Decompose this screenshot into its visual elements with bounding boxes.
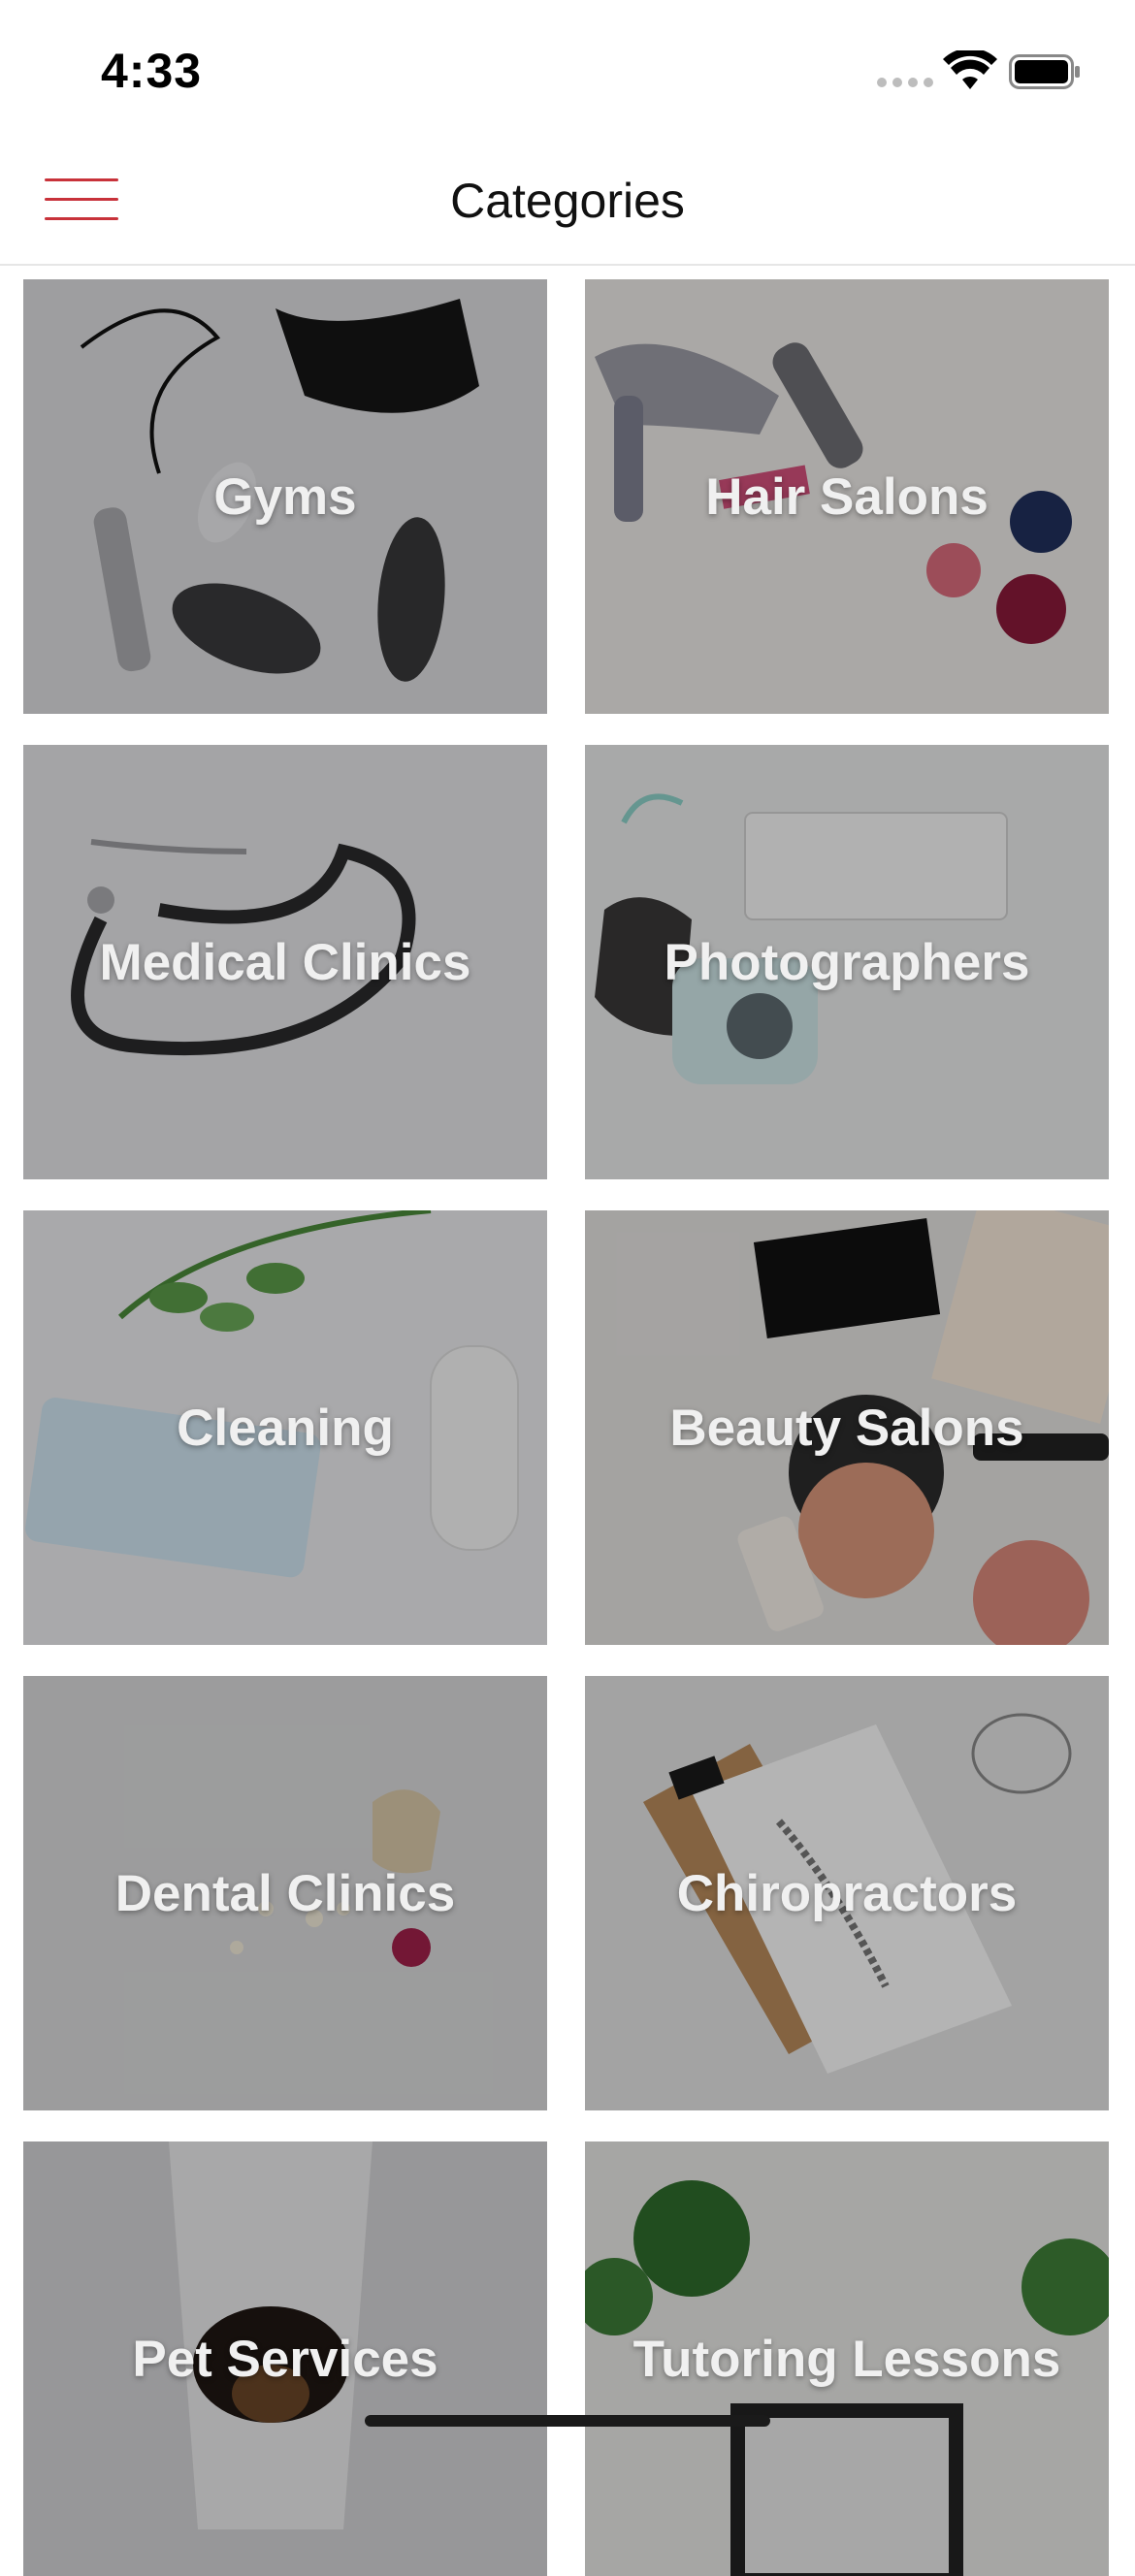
home-indicator[interactable] [365,2415,770,2427]
category-tile-photographers[interactable]: Photographers [585,745,1109,1179]
battery-icon [1009,54,1080,89]
category-label: Hair Salons [705,467,989,526]
category-label: Chiropractors [676,1864,1018,1922]
wifi-icon [943,50,997,89]
category-tile-medical-clinics[interactable]: Medical Clinics [23,745,547,1179]
status-bar: 4:33 [0,0,1135,136]
status-time: 4:33 [101,44,203,98]
category-label: Medical Clinics [99,933,471,991]
signal-icon [877,78,933,87]
category-tile-dental-clinics[interactable]: Dental Clinics [23,1676,547,2110]
page-title: Categories [450,174,685,228]
category-label: Dental Clinics [114,1864,456,1922]
category-tile-beauty-salons[interactable]: Beauty Salons [585,1210,1109,1645]
category-label: Gyms [213,467,357,526]
category-tile-gyms[interactable]: Gyms [23,279,547,714]
nav-bar: Categories [0,136,1135,266]
hamburger-menu-icon[interactable] [45,175,120,225]
category-label: Tutoring Lessons [632,2330,1061,2388]
category-label: Pet Services [132,2330,438,2388]
category-tile-pet-services[interactable]: Pet Services [23,2141,547,2576]
category-tile-hair-salons[interactable]: Hair Salons [585,279,1109,714]
category-label: Cleaning [177,1399,394,1457]
category-tile-chiropractors[interactable]: Chiropractors [585,1676,1109,2110]
category-tile-tutoring-lessons[interactable]: Tutoring Lessons [585,2141,1109,2576]
category-tile-cleaning[interactable]: Cleaning [23,1210,547,1645]
category-label: Photographers [664,933,1030,991]
category-label: Beauty Salons [669,1399,1024,1457]
